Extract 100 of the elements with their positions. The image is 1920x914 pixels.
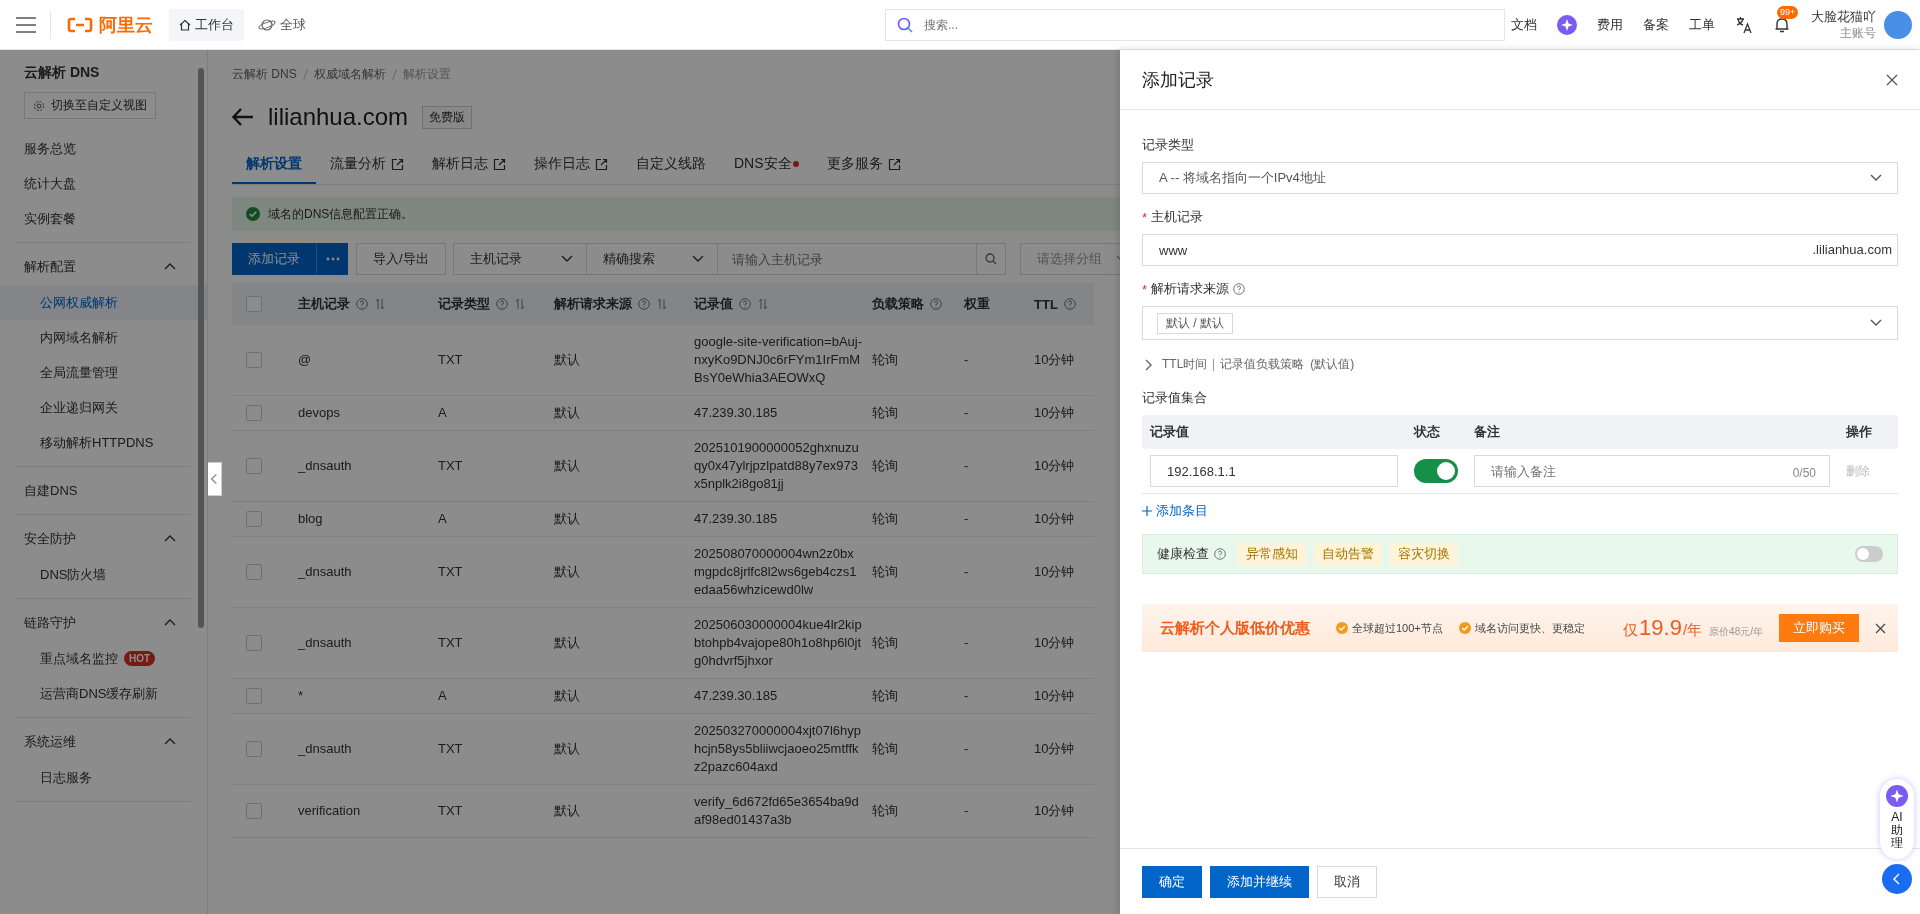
sidebar-item[interactable]: 内网域名解析 [0,320,207,355]
sidebar-item[interactable]: 企业递归网关 [0,390,207,425]
search-field[interactable]: 搜索... [885,8,1505,41]
help-icon[interactable] [1063,298,1076,310]
close-icon[interactable] [1875,622,1886,634]
help-icon[interactable] [356,298,368,310]
ai-sparkle-icon [1886,785,1908,807]
sidebar-item[interactable]: 实例套餐 [0,201,207,236]
sort-icon[interactable] [514,298,526,310]
row-checkbox[interactable] [246,688,262,704]
nav-link[interactable]: 备案 [1643,15,1669,34]
search-button[interactable] [975,243,1006,275]
help-icon[interactable] [496,298,508,310]
sidebar-item[interactable]: 服务总览 [0,131,207,166]
scrollbar[interactable] [198,68,204,628]
tab[interactable]: 解析日志 [418,145,520,184]
selected-tag: 默认 / 默认 [1157,312,1233,334]
status-toggle[interactable] [1414,459,1458,483]
tab[interactable]: 解析设置 [232,145,316,184]
row-checkbox[interactable] [246,635,262,651]
table-cell: 10分钟 [1034,564,1075,579]
ai-assistant-button[interactable]: AI助理 [1880,779,1914,859]
tab[interactable]: 自定义线路 [622,145,720,184]
sidebar-group-header[interactable]: 解析配置 [16,249,191,285]
menu-icon[interactable] [16,16,36,33]
table-cell: _dnsauth [298,635,352,650]
add-record-button[interactable]: 添加记录 [232,243,316,275]
breadcrumb-link[interactable]: 云解析 DNS [232,66,297,83]
request-source-select[interactable]: 默认 / 默认 [1142,306,1898,340]
drawer-title: 添加记录 [1142,68,1214,92]
collapse-sidebar-button[interactable] [208,462,222,496]
row-checkbox[interactable] [246,564,262,580]
help-icon[interactable] [739,298,751,310]
nav-link[interactable]: 工单 [1689,15,1715,34]
row-checkbox[interactable] [246,803,262,819]
logo-text[interactable]: 阿里云 [99,12,153,37]
row-checkbox[interactable] [246,405,262,421]
more-button[interactable] [316,243,348,275]
back-arrow-icon[interactable] [232,108,254,126]
advanced-option[interactable]: 记录值负载策略 [1220,356,1305,373]
sidebar-group-header[interactable]: 安全防护 [16,521,191,557]
help-icon[interactable] [930,298,942,310]
field-label: 主机记录 [1151,208,1204,226]
table-cell: _dnsauth [298,741,352,756]
table-cell: 47.239.30.185 [694,511,778,526]
help-icon[interactable] [1214,548,1226,560]
table-cell: 轮询 [872,688,898,703]
table-cell: 10分钟 [1034,511,1075,526]
health-check-toggle[interactable] [1855,546,1883,562]
footer-button[interactable]: 确定 [1142,865,1202,898]
sort-icon[interactable] [757,298,769,310]
user-name[interactable]: 大脸花猫吖 [1811,8,1876,25]
sidebar-group-header[interactable]: 链路守护 [16,605,191,641]
sidebar-group-header[interactable]: 系统运维 [16,724,191,760]
row-checkbox[interactable] [246,458,262,474]
sort-icon[interactable] [656,298,668,310]
sidebar-item[interactable]: 重点域名监控 HOT [0,641,207,676]
row-checkbox[interactable] [246,741,262,757]
sidebar-item[interactable]: 自建DNS [0,473,207,508]
field-select[interactable]: 主机记录 [452,243,587,275]
avatar[interactable] [1884,10,1912,39]
nav-link[interactable]: 费用 [1597,15,1623,34]
advanced-option[interactable]: TTL时间 [1162,356,1208,373]
field-label: 记录类型 [1142,136,1194,154]
sidebar-item[interactable]: 全局流量管理 [0,355,207,390]
breadcrumb-link[interactable]: 权威域名解析 [313,66,386,83]
sidebar-item[interactable]: 运营商DNS缓存刷新 [0,676,207,711]
select-all-checkbox[interactable] [246,296,262,312]
sidebar-item[interactable]: 移动解析HTTPDNS [0,425,207,460]
ai-sparkle-icon[interactable] [1557,14,1577,35]
add-entry-link[interactable]: 添加条目 [1142,502,1208,520]
search-field[interactable]: 请输入主机记录 [716,243,977,275]
help-icon[interactable] [638,298,650,310]
record-value-field[interactable]: 192.168.1.1 [1150,455,1398,487]
sort-icon[interactable] [374,298,386,310]
close-icon[interactable] [1886,73,1898,86]
translate-icon[interactable] [1735,15,1753,34]
sidebar-item[interactable]: DNS防火墙 [0,557,207,592]
tab[interactable]: 操作日志 [520,145,622,184]
sidebar-item[interactable]: 公网权威解析 [0,285,207,320]
table-cell: - [964,511,969,526]
match-select[interactable]: 精确搜索 [585,243,718,275]
tab[interactable]: 流量分析 [316,145,418,184]
row-checkbox[interactable] [246,511,262,527]
import-export-button[interactable]: 导入/导出 [356,243,446,275]
record-type-select[interactable]: A -- 将域名指向一个IPv4地址 [1142,162,1898,194]
sidebar-item[interactable]: 统计大盘 [0,166,207,201]
nav-link[interactable]: 文档 [1511,15,1537,34]
tab[interactable]: DNS安全 [720,145,813,184]
region-button[interactable]: 全球 [258,15,306,34]
character-counter: 0/50 [1792,465,1816,482]
custom-view-button[interactable]: 切换至自定义视图 [24,92,156,119]
sidebar-item[interactable]: 日志服务 [0,760,207,795]
footer-button[interactable]: 添加并继续 [1210,865,1309,898]
workbench-button[interactable]: 工作台 [169,8,244,41]
table-cell: - [964,564,969,579]
footer-button[interactable]: 取消 [1317,865,1377,898]
help-icon[interactable] [1233,283,1246,295]
row-checkbox[interactable] [246,352,262,368]
tab[interactable]: 更多服务 [812,145,915,184]
